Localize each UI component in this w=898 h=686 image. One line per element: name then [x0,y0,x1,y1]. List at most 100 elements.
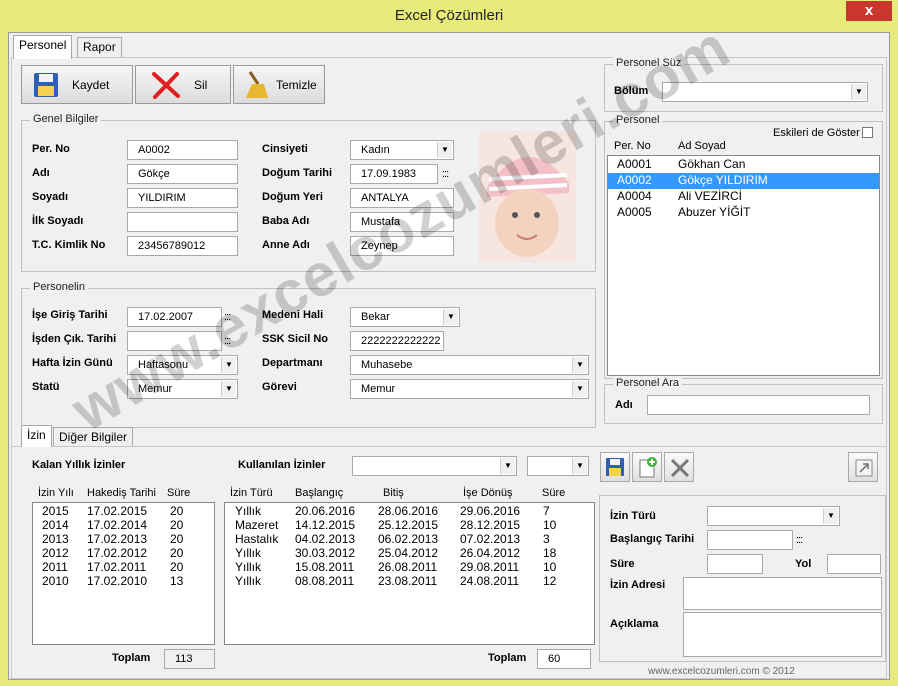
list-item[interactable]: A0005 Abuzer YİĞİT [608,205,879,221]
cikis-label: İşden Çık. Tarihi [32,333,117,345]
filter-frame: Personel Süz Bölüm ▼ [604,57,883,112]
chevron-down-icon[interactable]: ▼ [437,142,452,158]
leave-address-field[interactable] [683,577,882,610]
dogum-tarihi-field[interactable]: 17.09.1983 [350,164,438,184]
used-total-label: Toplam [488,652,527,664]
used-leave-list[interactable]: Yıllık 20.06.2016 28.06.2016 29.06.2016 7 Ma… [224,502,595,645]
col-izin-turu: İzin Türü [230,487,273,499]
adi-label: Adı [32,167,50,179]
chevron-down-icon[interactable]: ▼ [221,357,236,373]
show-old-checkbox[interactable] [862,127,873,138]
leave-new-button[interactable] [632,452,662,482]
giris-field[interactable]: 17.02.2007 [127,307,222,327]
tab-rapor[interactable]: Rapor [77,37,122,57]
leave-start-date-picker-dots[interactable]: ::: [796,534,803,546]
list-item[interactable]: 2010 17.02.2010 13 [33,574,214,590]
gorev-label: Görevi [262,381,297,393]
bolum-select[interactable]: ▼ [662,82,868,102]
leave-road-field[interactable] [827,554,881,574]
title-bar: Excel Çözümleri x [0,0,898,32]
dogum-tarihi-label: Doğum Tarihi [262,167,333,179]
close-button[interactable]: x [846,1,892,21]
used-leave-filter-select[interactable]: ▼ [352,456,517,476]
leave-type-label: İzin Türü [610,510,656,522]
chevron-down-icon[interactable]: ▼ [443,309,458,325]
chevron-down-icon[interactable]: ▼ [572,357,587,373]
tab-diger-bilgiler[interactable]: Diğer Bilgiler [53,427,134,447]
leave-delete-button[interactable] [664,452,694,482]
leave-save-button[interactable] [600,452,630,482]
cikis-field[interactable] [127,331,222,351]
col-baslangic: Başlangıç [295,487,344,499]
delete-button[interactable]: Sil [135,65,231,104]
baba-field[interactable]: Mustafa [350,212,454,232]
remaining-leave-list[interactable]: 2015 17.02.2015 20 2014 17.02.2014 20 2013 17… [32,502,215,645]
clear-button[interactable]: Temizle [233,65,325,104]
leave-type-select[interactable]: ▼ [707,506,840,526]
export-button[interactable] [848,452,878,482]
ssk-field[interactable]: 2222222222222 [350,331,444,351]
date-picker-dots[interactable]: ::: [442,168,449,180]
leave-start-field[interactable] [707,530,793,550]
chevron-down-icon[interactable]: ▼ [572,458,587,474]
anne-field[interactable]: Zeynep [350,236,454,256]
chevron-down-icon[interactable]: ▼ [500,458,515,474]
list-item[interactable]: A0001 Gökhan Can [608,157,879,173]
used-leave-title: Kullanılan İzinler [238,459,326,471]
personnel-list-frame: Personel Eskileri de Göster Per. No Ad S… [604,114,883,379]
personnel-frame: Personelin İşe Giriş Tarihi 17.02.2007 :… [21,281,596,428]
cikis-date-picker-dots[interactable]: ::: [224,335,231,347]
list-item[interactable]: Yıllık 08.08.2011 23.08.2011 24.08.2011 12 [225,574,594,590]
photo-image [479,131,576,263]
filter-legend: Personel Süz [613,57,685,69]
new-document-icon [639,457,657,478]
leave-road-label: Yol [795,558,812,570]
remaining-total-label: Toplam [112,652,151,664]
ilk-soyadi-field[interactable] [127,212,238,232]
gorev-value: Memur [361,383,396,395]
footer-copyright: www.excelcozumleri.com © 2012 [648,666,795,677]
gorev-select[interactable]: Memur ▼ [350,379,589,399]
statu-select[interactable]: Memur ▼ [127,379,238,399]
personnel-listbox[interactable]: A0001 Gökhan Can A0002 Gökçe YILDIRIM A000… [607,155,880,376]
tc-label: T.C. Kimlik No [32,239,106,251]
ilk-soyadi-label: İlk Soyadı [32,215,84,227]
chevron-down-icon[interactable]: ▼ [572,381,587,397]
export-icon [855,459,873,477]
tc-field[interactable]: 23456789012 [127,236,238,256]
chevron-down-icon[interactable]: ▼ [851,84,866,100]
leave-note-field[interactable] [683,612,882,657]
chevron-down-icon[interactable]: ▼ [823,508,838,524]
show-old-label: Eskileri de Göster [773,127,860,139]
medeni-select[interactable]: Bekar ▼ [350,307,460,327]
search-input[interactable] [647,395,870,415]
tab-personel[interactable]: Personel [13,35,73,59]
list-item-selected[interactable]: A0002 Gökçe YILDIRIM [608,173,879,189]
list-item[interactable]: A0004 Ali VEZİRCİ [608,189,879,205]
used-leave-year-select[interactable]: ▼ [527,456,589,476]
form-client-area: Personel Rapor Kaydet Sil Temizle Genel … [8,32,890,680]
chevron-down-icon[interactable]: ▼ [221,381,236,397]
dogum-yeri-field[interactable]: ANTALYA [350,188,454,208]
soyadi-field[interactable]: YILDIRIM [127,188,238,208]
giris-date-picker-dots[interactable]: ::: [224,311,231,323]
delete-label: Sil [194,78,208,92]
per-no-label: Per. No [32,143,70,155]
remaining-total-value: 113 [164,649,215,669]
leave-duration-field[interactable] [707,554,763,574]
adi-field[interactable]: Gökçe [127,164,238,184]
leave-address-label: İzin Adresi [610,579,666,591]
save-button[interactable]: Kaydet [21,65,133,104]
cinsiyet-select[interactable]: Kadın ▼ [350,140,454,160]
departman-select[interactable]: Muhasebe ▼ [350,355,589,375]
col-used-sure: Süre [542,487,566,499]
giris-label: İşe Giriş Tarihi [32,309,108,321]
per-no-field[interactable]: A0002 [127,140,238,160]
statu-label: Statü [32,381,60,393]
soyadi-label: Soyadı [32,191,69,203]
izin-gunu-select[interactable]: Haftasonu ▼ [127,355,238,375]
cinsiyet-value: Kadın [361,144,390,156]
col-ad-soyad: Ad Soyad [678,140,726,152]
leave-start-label: Başlangıç Tarihi [610,533,695,545]
tab-izin[interactable]: İzin [21,425,52,447]
